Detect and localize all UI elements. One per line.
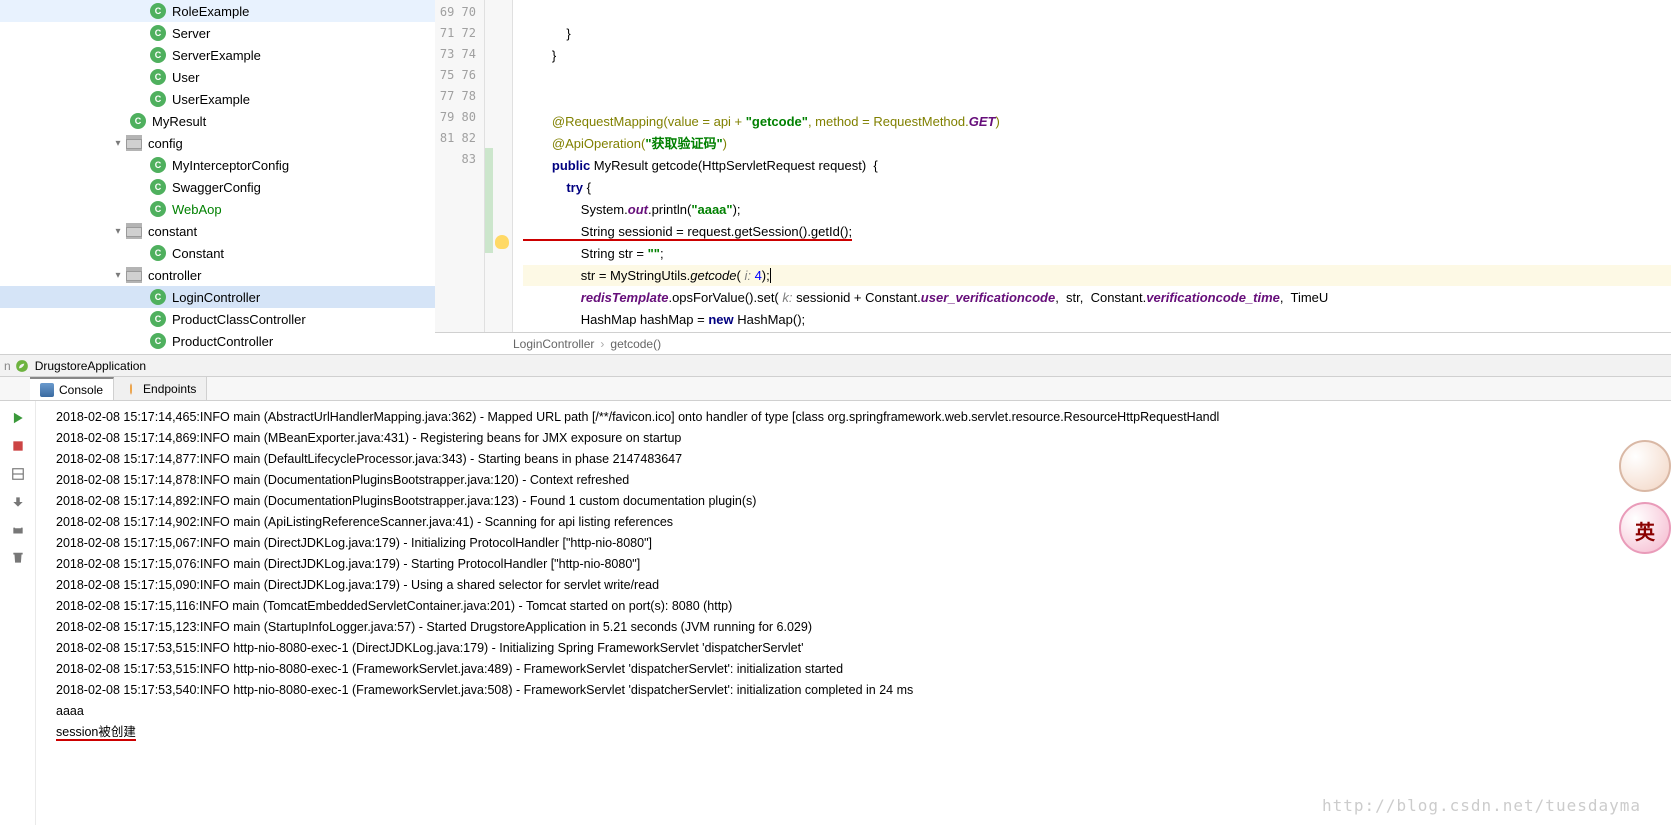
class-icon: C	[150, 311, 166, 327]
class-icon: C	[150, 289, 166, 305]
console-line: 2018-02-08 15:17:14,892:INFO main (Docum…	[56, 491, 1671, 512]
tree-item-constant[interactable]: ▾ constant	[0, 220, 435, 242]
scroll-to-end-button[interactable]	[7, 491, 29, 513]
console-line: 2018-02-08 15:17:15,090:INFO main (Direc…	[56, 575, 1671, 596]
tree-item-myinterceptorconfig[interactable]: C MyInterceptorConfig	[0, 154, 435, 176]
tree-item-serverexample[interactable]: C ServerExample	[0, 44, 435, 66]
gutter-icons	[493, 0, 513, 332]
console-line: 2018-02-08 15:17:14,877:INFO main (Defau…	[56, 449, 1671, 470]
layout-button[interactable]	[7, 463, 29, 485]
console-line: 2018-02-08 15:17:53,515:INFO http-nio-80…	[56, 659, 1671, 680]
tree-item-logincontroller[interactable]: C LoginController	[0, 286, 435, 308]
tree-item-label: controller	[148, 268, 201, 283]
avatar-icon	[1619, 440, 1671, 492]
tree-item-config[interactable]: ▾ config	[0, 132, 435, 154]
run-tool-tabs: Console Endpoints	[0, 377, 1671, 401]
line-gutter: 69 70 71 72 73 74 75 76 77 78 79 80 81 8…	[435, 0, 485, 332]
console-line: 2018-02-08 15:17:14,902:INFO main (ApiLi…	[56, 512, 1671, 533]
folder-icon	[126, 223, 142, 239]
tree-item-controller[interactable]: ▾ controller	[0, 264, 435, 286]
class-icon: C	[150, 47, 166, 63]
run-prefix: n	[4, 359, 11, 373]
folder-icon	[126, 267, 142, 283]
tree-item-swaggerconfig[interactable]: C SwaggerConfig	[0, 176, 435, 198]
console-line: 2018-02-08 15:17:15,067:INFO main (Direc…	[56, 533, 1671, 554]
console-line: 2018-02-08 15:17:14,878:INFO main (Docum…	[56, 470, 1671, 491]
tree-item-productcontroller[interactable]: C ProductController	[0, 330, 435, 352]
breadcrumb[interactable]: LoginController › getcode()	[435, 332, 1671, 354]
console-line: 2018-02-08 15:17:15,076:INFO main (Direc…	[56, 554, 1671, 575]
tree-item-label: Server	[172, 26, 210, 41]
rerun-button[interactable]	[7, 407, 29, 429]
code-editor: 69 70 71 72 73 74 75 76 77 78 79 80 81 8…	[435, 0, 1671, 354]
class-icon: C	[150, 333, 166, 349]
code-content[interactable]: } } @RequestMapping(value = api + "getco…	[513, 0, 1671, 332]
folder-icon	[126, 135, 142, 151]
tree-item-label: ServerExample	[172, 48, 261, 63]
tab-endpoints[interactable]: Endpoints	[114, 377, 207, 400]
class-icon: C	[150, 201, 166, 217]
tree-item-label: User	[172, 70, 199, 85]
endpoints-icon	[124, 382, 138, 396]
tree-item-label: RoleExample	[172, 4, 249, 19]
tree-item-label: Constant	[172, 246, 224, 261]
project-tree[interactable]: CRoleExampleCServerCServerExampleCUserCU…	[0, 0, 435, 354]
class-icon: C	[150, 25, 166, 41]
run-config-name[interactable]: DrugstoreApplication	[35, 359, 146, 373]
console-output[interactable]: 2018-02-08 15:17:14,465:INFO main (Abstr…	[36, 401, 1671, 825]
class-icon: C	[130, 113, 146, 129]
tree-item-userexample[interactable]: C UserExample	[0, 88, 435, 110]
tree-item-server[interactable]: C Server	[0, 22, 435, 44]
class-icon: C	[150, 245, 166, 261]
class-icon: C	[150, 91, 166, 107]
watermark: http://blog.csdn.net/tuesdayma	[1322, 796, 1641, 815]
class-icon: C	[150, 179, 166, 195]
tree-item-label: constant	[148, 224, 197, 239]
tree-item-label: config	[148, 136, 183, 151]
ime-badge-icon	[1619, 502, 1671, 554]
tab-console[interactable]: Console	[30, 377, 114, 400]
clear-button[interactable]	[7, 547, 29, 569]
spring-leaf-icon	[15, 359, 29, 373]
tree-item-label: WebAop	[172, 202, 222, 217]
console-line: session被创建	[56, 722, 1671, 743]
tree-item-label: MyResult	[152, 114, 206, 129]
chevron-right-icon: ›	[600, 337, 604, 351]
tree-item-label: ProductController	[172, 334, 273, 349]
tree-item-label: MyInterceptorConfig	[172, 158, 289, 173]
stop-button[interactable]	[7, 435, 29, 457]
console-line: aaaa	[56, 701, 1671, 722]
tree-item-label: SwaggerConfig	[172, 180, 261, 195]
change-bar	[485, 0, 493, 332]
breadcrumb-class[interactable]: LoginController	[513, 337, 594, 351]
console-line: 2018-02-08 15:17:15,116:INFO main (Tomca…	[56, 596, 1671, 617]
avatar-stack	[1619, 440, 1671, 554]
tree-item-label: UserExample	[172, 92, 250, 107]
print-button[interactable]	[7, 519, 29, 541]
console-line: 2018-02-08 15:17:14,869:INFO main (MBean…	[56, 428, 1671, 449]
console-line: 2018-02-08 15:17:53,540:INFO http-nio-80…	[56, 680, 1671, 701]
console-line: 2018-02-08 15:17:15,123:INFO main (Start…	[56, 617, 1671, 638]
console-icon	[40, 383, 54, 397]
tree-item-webaop[interactable]: C WebAop	[0, 198, 435, 220]
console-line: 2018-02-08 15:17:53,515:INFO http-nio-80…	[56, 638, 1671, 659]
chevron-down-icon[interactable]: ▾	[110, 267, 126, 283]
class-icon: C	[150, 157, 166, 173]
tree-item-label: LoginController	[172, 290, 260, 305]
run-toolbar	[0, 401, 36, 825]
class-icon: C	[150, 69, 166, 85]
run-config-bar: n DrugstoreApplication	[0, 355, 1671, 377]
tree-item-myresult[interactable]: C MyResult	[0, 110, 435, 132]
tree-item-user[interactable]: C User	[0, 66, 435, 88]
tree-item-label: ProductClassController	[172, 312, 306, 327]
class-icon: C	[150, 3, 166, 19]
tree-item-roleexample[interactable]: C RoleExample	[0, 0, 435, 22]
tree-item-productclasscontroller[interactable]: C ProductClassController	[0, 308, 435, 330]
chevron-down-icon[interactable]: ▾	[110, 135, 126, 151]
intention-bulb-icon[interactable]	[495, 235, 509, 249]
chevron-down-icon[interactable]: ▾	[110, 223, 126, 239]
console-line: 2018-02-08 15:17:14,465:INFO main (Abstr…	[56, 407, 1671, 428]
breadcrumb-method[interactable]: getcode()	[610, 337, 661, 351]
tree-item-constant[interactable]: C Constant	[0, 242, 435, 264]
